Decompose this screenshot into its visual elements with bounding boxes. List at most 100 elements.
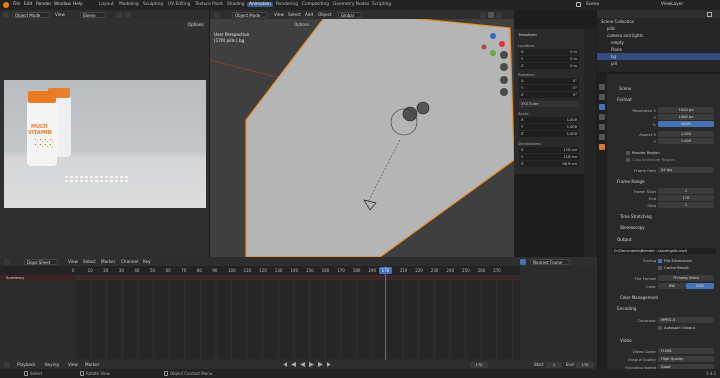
end-field[interactable]: 170: [576, 361, 594, 368]
file-extensions-checkbox[interactable]: [658, 259, 662, 263]
tab-shading[interactable]: Shading: [225, 2, 246, 7]
overlay-icon[interactable]: [116, 11, 122, 18]
viewport-menu-select[interactable]: Select: [288, 12, 301, 17]
tab-scripting[interactable]: Scripting: [370, 2, 393, 7]
cache-result-checkbox[interactable]: [658, 266, 662, 270]
stereoscopy-header[interactable]: Stereoscopy: [620, 225, 645, 230]
current-frame-field[interactable]: 170: [470, 361, 488, 368]
rotation-mode-dropdown[interactable]: XYZ Euler: [519, 101, 579, 107]
dimensions-y[interactable]: Y 116 cm: [519, 154, 579, 160]
tab-layout[interactable]: Layout: [97, 2, 116, 7]
sync-icon[interactable]: [520, 258, 526, 265]
container-dropdown[interactable]: MPEG-4: [658, 317, 714, 323]
menu-marker-timeline[interactable]: Marker: [85, 362, 99, 367]
dope-editor-type-icon[interactable]: [4, 258, 10, 265]
color-management-header[interactable]: Color Management: [620, 295, 658, 300]
outliner-row-camera-lights[interactable]: camera and lights: [597, 32, 720, 39]
playhead-frame-badge[interactable]: 170: [379, 267, 392, 274]
play-icon[interactable]: [309, 362, 314, 367]
keyframe-area[interactable]: [76, 275, 520, 359]
tab-texture-paint[interactable]: Texture Paint: [193, 2, 225, 7]
gizmo-neg-x[interactable]: [481, 44, 487, 50]
outliner-row-plane[interactable]: Plane: [597, 46, 720, 53]
dope-menu-key[interactable]: Key: [143, 259, 151, 264]
resolution-pct-field[interactable]: 100%: [658, 121, 714, 127]
menu-keying[interactable]: Keying: [45, 362, 59, 367]
gizmo-y[interactable]: [490, 50, 496, 56]
editor-type-icon[interactable]: [3, 11, 9, 18]
left-menu-view[interactable]: View: [55, 12, 65, 17]
menu-window[interactable]: Window: [54, 2, 71, 7]
camera-view-icon[interactable]: [500, 76, 508, 84]
tool-tab-icon[interactable]: [599, 84, 605, 90]
aspect-y-field[interactable]: 1.000: [658, 138, 714, 144]
resolution-y-field[interactable]: 1080 px: [658, 114, 714, 120]
scene-selector[interactable]: Scene: [586, 2, 599, 7]
format-header[interactable]: Format: [617, 97, 632, 102]
output-header[interactable]: Output: [617, 237, 632, 242]
viewport-mode-dropdown[interactable]: Object Mode: [232, 11, 268, 18]
location-z[interactable]: Z 0 m: [519, 63, 579, 69]
output-quality-dropdown[interactable]: High Quality: [658, 356, 714, 362]
jump-start-icon[interactable]: [283, 362, 287, 367]
menu-playback[interactable]: Playback: [17, 362, 36, 367]
filter-icon[interactable]: [707, 11, 712, 17]
time-stretching-header[interactable]: Time Stretching: [620, 214, 652, 219]
timeline-type-icon[interactable]: [4, 361, 10, 368]
render-region-checkbox[interactable]: [626, 151, 630, 155]
left-mode-dropdown[interactable]: Object Mode: [12, 11, 50, 18]
grid-view-icon[interactable]: [500, 88, 508, 96]
dimensions-x[interactable]: X 116 cm: [519, 147, 579, 153]
playhead-line[interactable]: [385, 266, 386, 360]
viewport-menu-view[interactable]: View: [274, 12, 284, 17]
menu-render[interactable]: Render: [36, 2, 51, 7]
transform-header[interactable]: Transform: [518, 32, 537, 37]
dope-menu-channel[interactable]: Channel: [121, 259, 138, 264]
viewport-menu-add[interactable]: Add: [305, 12, 313, 17]
shading-material-icon[interactable]: [488, 11, 494, 18]
tab-uv-editing[interactable]: UV Editing: [166, 2, 192, 7]
menu-file[interactable]: File: [13, 2, 20, 7]
frame-start-field[interactable]: 1: [658, 188, 714, 194]
outliner-row-pills[interactable]: pills: [597, 25, 720, 32]
rotation-y[interactable]: Y 0°: [519, 85, 579, 91]
video-codec-dropdown[interactable]: H.264: [658, 348, 714, 354]
3d-viewport[interactable]: [210, 10, 514, 257]
dope-menu-select[interactable]: Select: [83, 259, 96, 264]
viewport-options[interactable]: Options: [292, 22, 312, 27]
file-format-dropdown[interactable]: FFmpeg Video: [658, 275, 714, 281]
sidebar-tab-strip[interactable]: [584, 29, 596, 257]
shading-rendered-icon[interactable]: [496, 11, 502, 18]
autosplit-checkbox[interactable]: [658, 326, 662, 330]
prev-key-icon[interactable]: [291, 362, 296, 367]
display-icon[interactable]: [125, 11, 131, 18]
menu-edit[interactable]: Edit: [24, 2, 32, 7]
tab-compositing[interactable]: Compositing: [300, 2, 331, 7]
tab-modeling[interactable]: Modeling: [117, 2, 141, 7]
jump-end-icon[interactable]: [327, 362, 331, 367]
viewport-editor-type-icon[interactable]: [214, 11, 220, 18]
menu-help[interactable]: Help: [73, 2, 83, 7]
play-reverse-icon[interactable]: [300, 362, 305, 367]
output-path-field[interactable]: D:\Documents\Blender ..\sarah\pills.mp4: [612, 248, 716, 254]
color-bw-button[interactable]: BW: [658, 283, 686, 289]
next-key-icon[interactable]: [318, 362, 323, 367]
frame-range-header[interactable]: Frame Range: [617, 179, 645, 184]
tab-animation[interactable]: Animation: [247, 2, 273, 7]
outliner-row-scene-collection[interactable]: Scene Collection: [597, 18, 720, 25]
outliner-row-bg[interactable]: bg: [597, 53, 720, 60]
blender-logo-icon[interactable]: [3, 2, 9, 8]
render-tab-icon[interactable]: [599, 94, 605, 100]
tab-geometry-nodes[interactable]: Geometry Nodes: [331, 2, 371, 7]
snap-mode-dropdown[interactable]: Nearest Frame: [530, 258, 570, 265]
shading-solid-icon[interactable]: [480, 11, 486, 18]
dimensions-z[interactable]: Z 98.6 cm: [519, 161, 579, 167]
video-header[interactable]: Video: [620, 338, 632, 343]
left-options[interactable]: Options: [186, 22, 206, 27]
viewport-menu-object[interactable]: Object: [318, 12, 332, 17]
image-name-field[interactable]: Ebene: [80, 11, 106, 18]
gizmo-x[interactable]: [499, 41, 505, 47]
frame-rate-dropdown[interactable]: 24 fps: [658, 167, 714, 173]
scale-y[interactable]: Y 1.000: [519, 124, 579, 130]
location-y[interactable]: Y 0 m: [519, 56, 579, 62]
